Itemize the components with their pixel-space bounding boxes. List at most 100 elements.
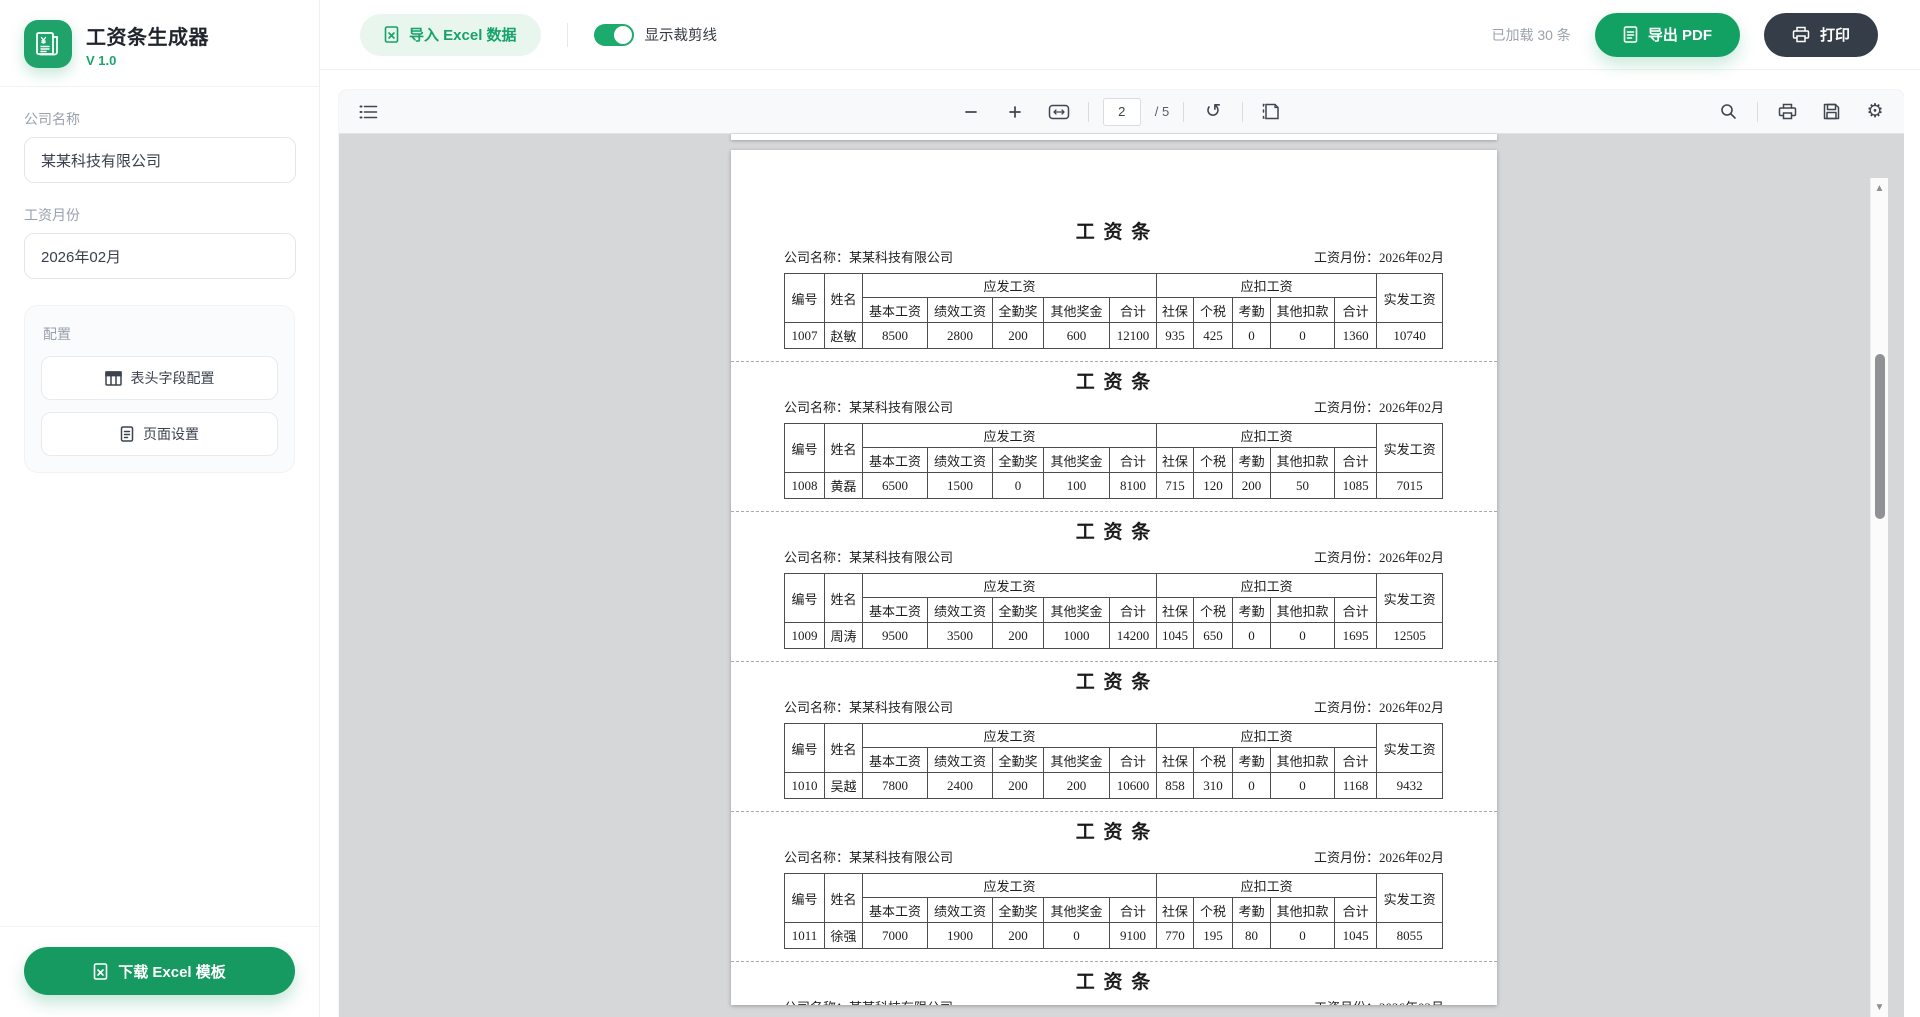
- previous-page-bottom-edge: [731, 134, 1497, 140]
- payslip-company-line: 公司名称：某某科技有限公司: [784, 398, 953, 418]
- page-document-icon: [120, 426, 134, 442]
- col-header-net-pay: 实发工资: [1377, 274, 1443, 323]
- viewer-print-icon[interactable]: [1772, 97, 1802, 127]
- group-header-earnings: 应发工资: [863, 274, 1157, 298]
- zoom-out-icon[interactable]: [956, 97, 986, 127]
- payslip-company-line: 公司名称：某某科技有限公司: [784, 998, 953, 1005]
- pdf-file-icon: [1623, 26, 1638, 43]
- salary-month-input[interactable]: [24, 233, 296, 279]
- scroll-down-arrow-icon[interactable]: ▼: [1871, 999, 1888, 1015]
- cell-value: 12505: [1377, 623, 1443, 649]
- cut-line: [731, 661, 1497, 662]
- group-header-deductions: 应扣工资: [1157, 424, 1377, 448]
- earnings-col-header: 基本工资: [863, 748, 928, 773]
- payslip-data-row: 1008黄磊6500150001008100715120200501085701…: [785, 473, 1443, 499]
- group-header-deductions: 应扣工资: [1157, 874, 1377, 898]
- payslip: 工 资 条公司名称：某某科技有限公司工资月份：2026年02月编号姓名应发工资应…: [731, 220, 1497, 370]
- cell-value: 200: [1044, 773, 1110, 799]
- import-excel-button[interactable]: 导入 Excel 数据: [360, 14, 541, 56]
- cell-employee-name: 徐强: [825, 923, 863, 949]
- payslip-header-row-groups: 编号姓名应发工资应扣工资实发工资: [785, 424, 1443, 448]
- cell-value: 200: [993, 623, 1044, 649]
- page-number-input[interactable]: [1103, 98, 1141, 126]
- page-settings-button[interactable]: 页面设置: [41, 412, 278, 456]
- search-icon[interactable]: [1713, 97, 1743, 127]
- page-view-mode-icon[interactable]: [1257, 97, 1287, 127]
- earnings-col-header: 合计: [1110, 898, 1157, 923]
- earnings-col-header: 绩效工资: [928, 298, 993, 323]
- cell-value: 1045: [1335, 923, 1377, 949]
- payslip-title: 工 资 条: [731, 370, 1497, 396]
- group-header-earnings: 应发工资: [863, 874, 1157, 898]
- pdf-preview-panel: / 5 ↺: [339, 90, 1904, 1017]
- print-button[interactable]: 打印: [1764, 13, 1878, 57]
- earnings-col-header: 全勤奖: [993, 598, 1044, 623]
- cell-employee-name: 周涛: [825, 623, 863, 649]
- settings-gear-icon[interactable]: ⚙: [1860, 97, 1890, 127]
- document-preview-area[interactable]: 工 资 条公司名称：某某科技有限公司工资月份：2026年02月编号姓名应发工资应…: [339, 134, 1904, 1017]
- company-name-input[interactable]: [24, 137, 296, 183]
- cell-employee-name: 赵敏: [825, 323, 863, 349]
- cut-line: [731, 361, 1497, 362]
- show-cut-lines-toggle[interactable]: [594, 24, 634, 46]
- scrollbar-thumb[interactable]: [1875, 354, 1885, 519]
- topbar-right-group: 已加载 30 条 导出 PDF 打印: [1491, 13, 1878, 57]
- col-header-net-pay: 实发工资: [1377, 874, 1443, 923]
- cell-value: 14200: [1110, 623, 1157, 649]
- cell-value: 200: [993, 923, 1044, 949]
- deductions-col-header: 个税: [1194, 298, 1233, 323]
- col-header-name: 姓名: [825, 574, 863, 623]
- cell-value: 6500: [863, 473, 928, 499]
- scroll-up-arrow-icon[interactable]: ▲: [1871, 180, 1888, 196]
- save-icon[interactable]: [1816, 97, 1846, 127]
- cell-value: 80: [1233, 923, 1271, 949]
- cut-line: [731, 811, 1497, 812]
- payslip-title: 工 资 条: [731, 220, 1497, 246]
- deductions-col-header: 个税: [1194, 448, 1233, 473]
- payslip-header-row-groups: 编号姓名应发工资应扣工资实发工资: [785, 574, 1443, 598]
- payslip: 工 资 条公司名称：某某科技有限公司工资月份：2026年02月编号姓名应发工资应…: [731, 370, 1497, 520]
- fit-width-icon[interactable]: [1044, 97, 1074, 127]
- show-cut-lines-label: 显示裁剪线: [645, 24, 718, 45]
- group-header-earnings: 应发工资: [863, 724, 1157, 748]
- payslip-month-line: 工资月份：2026年02月: [1314, 698, 1444, 718]
- col-header-id: 编号: [785, 424, 825, 473]
- pdf-page-2: 工 资 条公司名称：某某科技有限公司工资月份：2026年02月编号姓名应发工资应…: [731, 150, 1497, 1005]
- cell-value: 9100: [1110, 923, 1157, 949]
- earnings-col-header: 绩效工资: [928, 448, 993, 473]
- group-header-deductions: 应扣工资: [1157, 724, 1377, 748]
- config-card: 配置 表头字段配置 页面设置: [24, 305, 295, 473]
- cell-value: 10740: [1377, 323, 1443, 349]
- zoom-in-icon[interactable]: [1000, 97, 1030, 127]
- config-section-title: 配置: [43, 324, 276, 344]
- earnings-col-header: 基本工资: [863, 898, 928, 923]
- download-excel-template-button[interactable]: 下载 Excel 模板: [24, 947, 295, 995]
- cell-value: 8100: [1110, 473, 1157, 499]
- deductions-col-header: 考勤: [1233, 298, 1271, 323]
- earnings-col-header: 绩效工资: [928, 598, 993, 623]
- header-fields-config-button[interactable]: 表头字段配置: [41, 356, 278, 400]
- preview-scrollbar[interactable]: ▲ ▼: [1870, 178, 1888, 1017]
- payslip-table: 编号姓名应发工资应扣工资实发工资基本工资绩效工资全勤奖其他奖金合计社保个税考勤其…: [784, 423, 1443, 499]
- payslip-table: 编号姓名应发工资应扣工资实发工资基本工资绩效工资全勤奖其他奖金合计社保个税考勤其…: [784, 273, 1443, 349]
- cell-value: 100: [1044, 473, 1110, 499]
- sidebar: 工资条生成器 V 1.0 公司名称 工资月份 配置 表头字段配置: [0, 0, 320, 1017]
- payslip-month-line: 工资月份：2026年02月: [1314, 848, 1444, 868]
- payslip-table: 编号姓名应发工资应扣工资实发工资基本工资绩效工资全勤奖其他奖金合计社保个税考勤其…: [784, 573, 1443, 649]
- thumbnail-list-icon[interactable]: [353, 97, 383, 127]
- deductions-col-header: 合计: [1335, 448, 1377, 473]
- window-right-gutter: [1904, 70, 1920, 1017]
- earnings-col-header: 合计: [1110, 748, 1157, 773]
- download-excel-template-label: 下载 Excel 模板: [118, 961, 226, 982]
- payslip-meta: 公司名称：某某科技有限公司工资月份：2026年02月: [731, 698, 1497, 718]
- payslip-data-row: 1011徐强700019002000910077019580010458055: [785, 923, 1443, 949]
- earnings-col-header: 绩效工资: [928, 748, 993, 773]
- toolbar-divider: [1183, 102, 1184, 122]
- payslip-header-row-groups: 编号姓名应发工资应扣工资实发工资: [785, 724, 1443, 748]
- payslip-title: 工 资 条: [731, 970, 1497, 996]
- cell-value: 600: [1044, 323, 1110, 349]
- export-pdf-button[interactable]: 导出 PDF: [1595, 13, 1740, 57]
- rotate-icon[interactable]: ↺: [1198, 97, 1228, 127]
- cell-value: 7000: [863, 923, 928, 949]
- earnings-col-header: 全勤奖: [993, 898, 1044, 923]
